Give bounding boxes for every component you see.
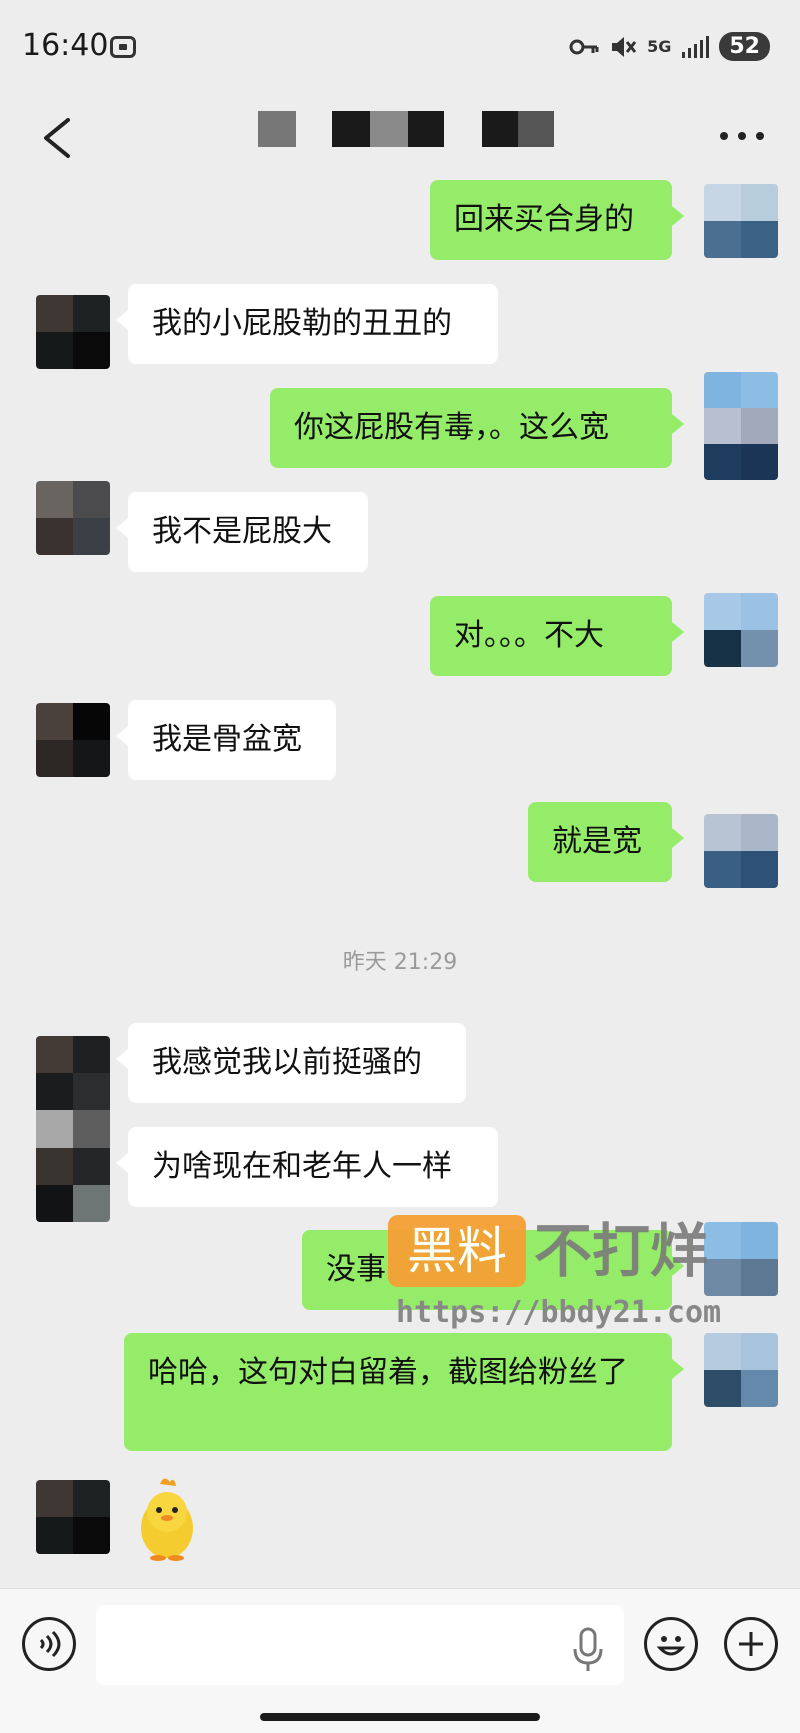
message-text: 哈哈，这句对白留着，截图给粉丝了 [148, 1355, 628, 1390]
status-bar: 16:40 5G 52 [0, 0, 800, 96]
message-bubble-in[interactable]: 我不是屁股大 [116, 492, 368, 572]
message-text: 我的小屁股勒的丑丑的 [152, 306, 452, 341]
message-text: 我感觉我以前挺骚的 [152, 1045, 422, 1080]
message-text: 我是骨盆宽 [152, 722, 302, 757]
watermark-text: 不打烊 [534, 1217, 709, 1285]
contact-avatar[interactable] [36, 481, 110, 555]
home-indicator[interactable] [260, 1713, 540, 1721]
message-text: 你这屁股有毒，。这么宽 [294, 410, 609, 445]
status-icons: 5G 52 [569, 32, 770, 61]
message-text: 我不是屁股大 [152, 514, 332, 549]
back-icon[interactable] [28, 108, 88, 168]
voice-icon[interactable] [22, 1617, 76, 1671]
watermark-badge: 黑料 [388, 1215, 526, 1287]
message-bubble-out[interactable]: 你这屁股有毒，。这么宽 [270, 388, 684, 468]
message-bubble-out[interactable]: 对。。。不大 [430, 596, 684, 676]
message-bubble-out[interactable]: 就是宽 [528, 802, 684, 882]
message-bubble-in[interactable]: 我感觉我以前挺骚的 [116, 1023, 466, 1103]
message-text: 没事 [326, 1252, 386, 1287]
plus-icon[interactable] [724, 1617, 778, 1671]
my-avatar[interactable] [704, 1333, 778, 1407]
chat-timestamp: 昨天 21:29 [342, 950, 458, 975]
message-text: 为啥现在和老年人一样 [152, 1149, 452, 1184]
contact-avatar[interactable] [36, 1480, 110, 1554]
my-avatar[interactable] [704, 814, 778, 888]
watermark: 黑料 不打烊 https://bbdy21.com [388, 1215, 748, 1335]
duck-sticker[interactable] [136, 1474, 198, 1562]
signal-icon [682, 35, 710, 58]
screenshot-icon [110, 36, 136, 58]
my-avatar[interactable] [704, 184, 778, 258]
message-bubble-in[interactable]: 我的小屁股勒的丑丑的 [116, 284, 498, 364]
status-time: 16:40 [22, 28, 109, 63]
message-input[interactable] [96, 1605, 624, 1685]
my-avatar[interactable] [704, 593, 778, 667]
battery-indicator: 52 [719, 32, 770, 61]
message-text: 对。。。不大 [454, 618, 604, 653]
contact-avatar[interactable] [36, 1036, 110, 1222]
my-avatar[interactable] [704, 372, 778, 480]
message-bubble-out[interactable]: 哈哈，这句对白留着，截图给粉丝了 [124, 1333, 684, 1451]
key-icon [569, 39, 599, 54]
watermark-url: https://bbdy21.com [396, 1295, 722, 1330]
message-bubble-in[interactable]: 我是骨盆宽 [116, 700, 336, 780]
message-text: 就是宽 [552, 824, 642, 859]
message-text: 回来买合身的 [454, 202, 634, 237]
input-bar [0, 1588, 800, 1733]
mic-icon[interactable] [570, 1627, 606, 1673]
mute-icon [612, 36, 637, 57]
network-label: 5G [647, 37, 672, 56]
contact-avatar[interactable] [36, 703, 110, 777]
more-icon[interactable] [712, 114, 772, 158]
message-bubble-in[interactable]: 为啥现在和老年人一样 [116, 1127, 498, 1207]
message-bubble-out[interactable]: 回来买合身的 [430, 180, 684, 260]
contact-avatar[interactable] [36, 295, 110, 369]
emoji-icon[interactable] [644, 1617, 698, 1671]
